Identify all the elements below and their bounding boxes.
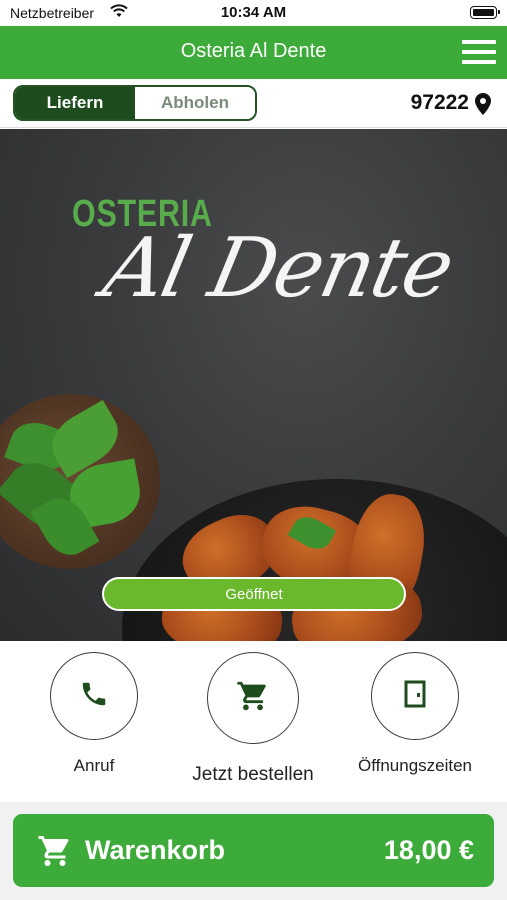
open-status-badge: Geöffnet (102, 577, 406, 611)
clock: 10:34 AM (220, 4, 287, 21)
cart-icon (35, 833, 75, 874)
zip-code[interactable]: 97222 (411, 91, 469, 115)
call-action[interactable]: Anruf (48, 652, 140, 776)
map-pin-icon[interactable] (475, 93, 491, 120)
tab-liefern[interactable]: Liefern (15, 87, 135, 119)
hero-banner: OSTERIA Al Dente Geöffnet (0, 129, 507, 641)
hamburger-menu-icon[interactable] (462, 40, 496, 64)
logo-al-dente: Al Dente (95, 221, 461, 316)
order-now-button[interactable] (207, 652, 299, 744)
cart-label: Warenkorb (85, 835, 226, 865)
delivery-mode-toggle: Liefern Abholen (13, 85, 257, 121)
cart-button[interactable]: Warenkorb 18,00 € (13, 814, 494, 887)
door-icon (404, 680, 426, 713)
call-label: Anruf (73, 756, 115, 775)
order-mode-bar: Liefern Abholen 97222 (0, 79, 507, 128)
quick-actions: Anruf Jetzt bestellen Öffnungszeiten (0, 641, 507, 802)
app-header: Osteria Al Dente (0, 26, 507, 79)
order-now-action[interactable]: Jetzt bestellen (186, 652, 320, 786)
order-now-label: Jetzt bestellen (192, 764, 314, 785)
cart-icon (235, 679, 271, 718)
tab-abholen[interactable]: Abholen (135, 87, 255, 119)
battery-icon (470, 6, 500, 19)
phone-icon (79, 679, 109, 714)
page-title: Osteria Al Dente (180, 40, 327, 62)
herb-bowl-image (0, 394, 160, 569)
cart-total: 18,00 € (383, 835, 474, 865)
opening-hours-label: Öffnungszeiten (357, 756, 473, 775)
status-bar: Netzbetreiber 10:34 AM (0, 0, 507, 26)
opening-hours-button[interactable] (371, 652, 459, 740)
chicken-wings-image (122, 479, 507, 641)
call-button[interactable] (50, 652, 138, 740)
opening-hours-action[interactable]: Öffnungszeiten (354, 652, 476, 776)
